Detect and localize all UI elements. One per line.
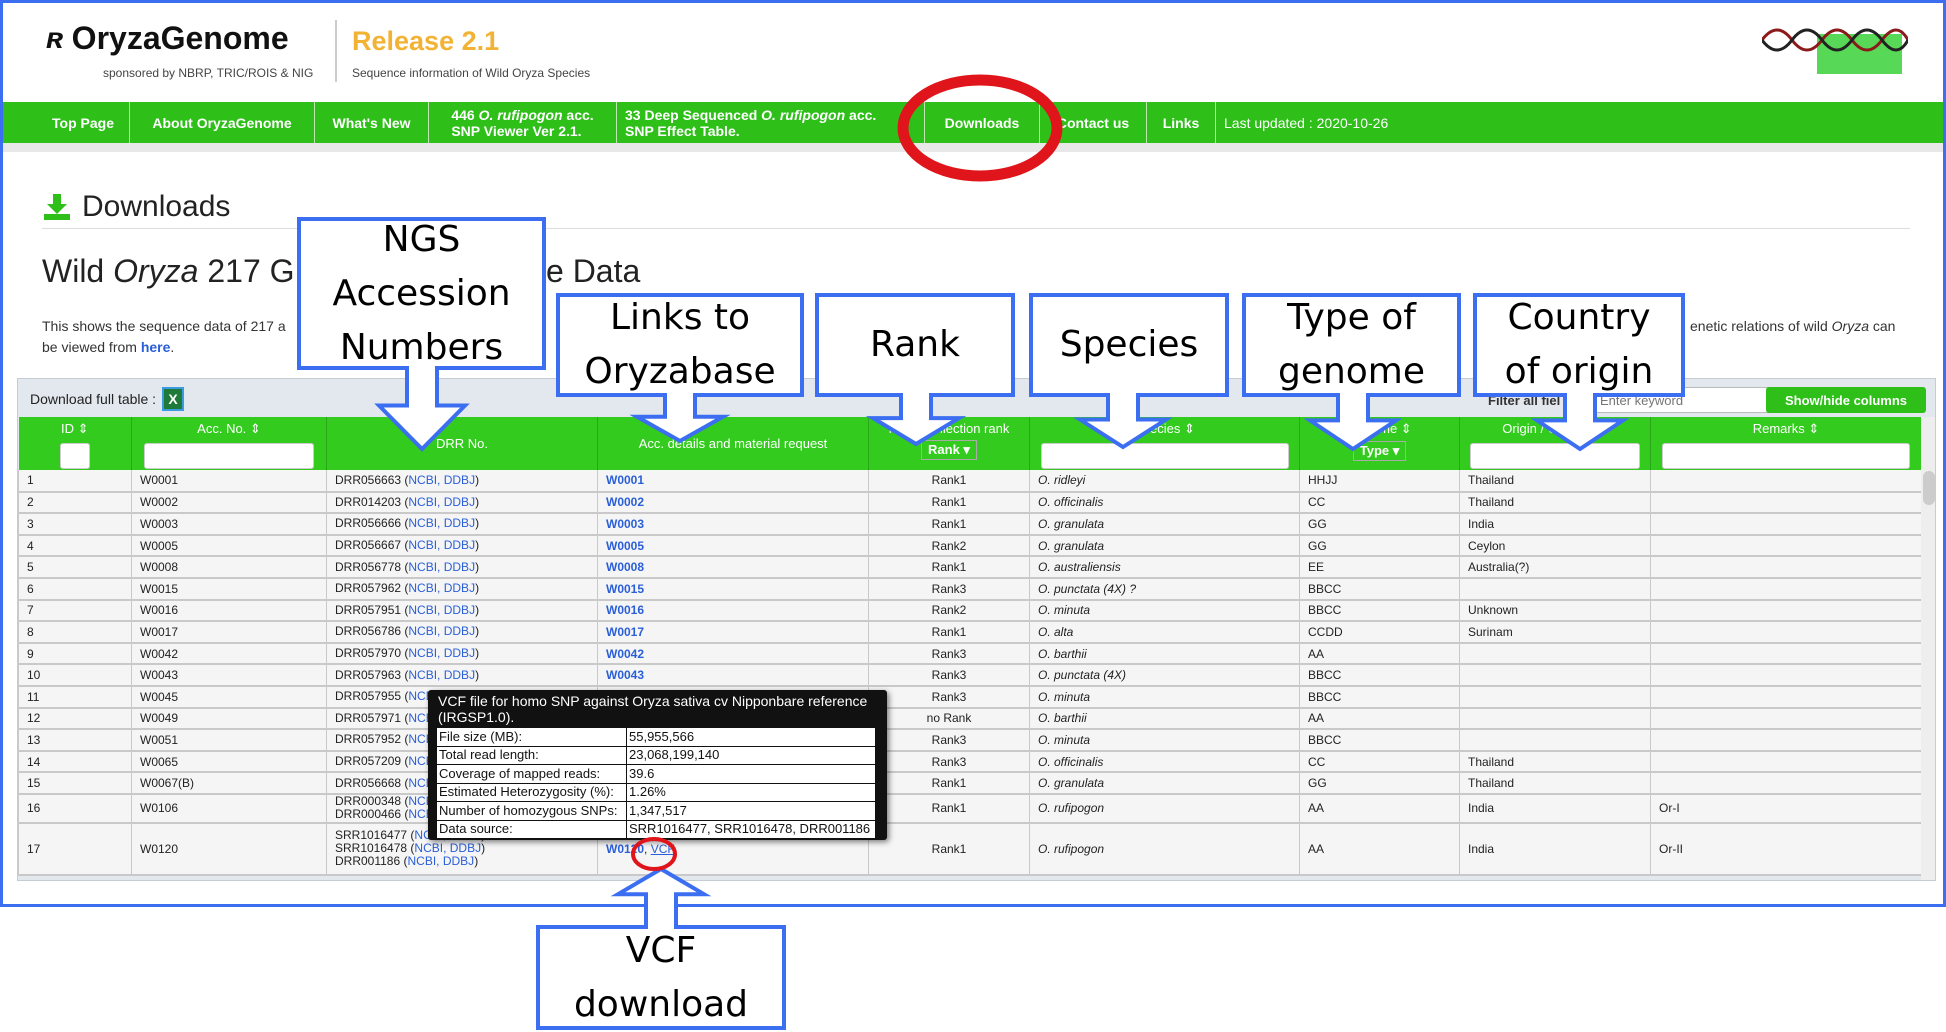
highlight-circle [897,74,1063,182]
annotation-overlay [631,74,1063,871]
highlight-circle [631,837,677,871]
